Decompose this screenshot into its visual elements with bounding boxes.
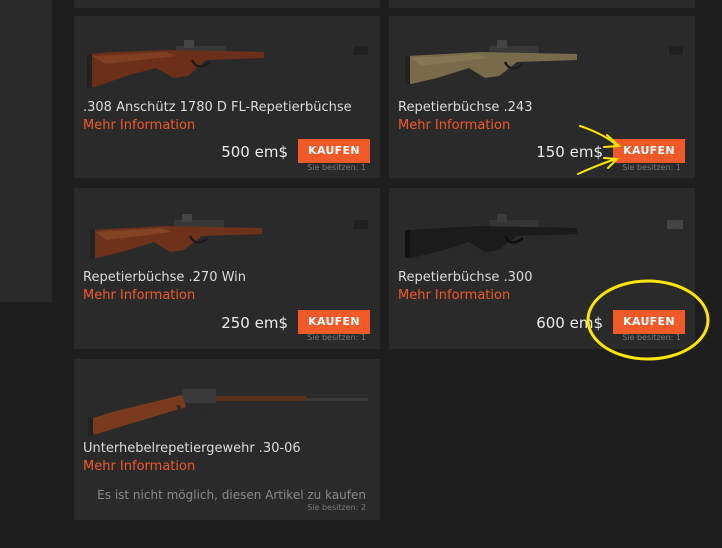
product-name: Repetierbüchse .270 Win bbox=[83, 270, 247, 285]
bolt-action-rifle-walnut-image bbox=[87, 40, 368, 88]
buy-button[interactable]: KAUFEN bbox=[613, 139, 685, 163]
product-card: Repetierbüchse .243 Mehr Information 150… bbox=[389, 16, 695, 178]
lever-action-rifle-image bbox=[88, 389, 368, 436]
bolt-action-rifle-synthetic-image bbox=[405, 214, 683, 258]
previous-row-edge bbox=[74, 0, 695, 8]
product-price: 600 em$ bbox=[536, 314, 603, 332]
more-info-link[interactable]: Mehr Information bbox=[83, 118, 195, 133]
owned-count: Sie besitzen: 2 bbox=[307, 503, 366, 512]
more-info-link[interactable]: Mehr Information bbox=[83, 288, 195, 303]
more-info-link[interactable]: Mehr Information bbox=[398, 288, 510, 303]
not-available-message: Es ist nicht möglich, diesen Artikel zu … bbox=[97, 488, 366, 502]
owned-count: Sie besitzen: 1 bbox=[622, 163, 681, 172]
product-price: 250 em$ bbox=[221, 314, 288, 332]
product-name: Repetierbüchse .300 bbox=[398, 270, 533, 285]
bolt-action-rifle-walnut-image bbox=[90, 214, 368, 258]
product-name: Repetierbüchse .243 bbox=[398, 100, 533, 115]
buy-button[interactable]: KAUFEN bbox=[613, 310, 685, 334]
owned-count: Sie besitzen: 1 bbox=[622, 333, 681, 342]
product-card: Repetierbüchse .270 Win Mehr Information… bbox=[74, 188, 380, 349]
product-name: Unterhebelrepetiergewehr .30-06 bbox=[83, 441, 301, 456]
left-panel bbox=[0, 0, 52, 302]
owned-count: Sie besitzen: 1 bbox=[307, 333, 366, 342]
product-price: 500 em$ bbox=[221, 143, 288, 161]
bolt-action-rifle-light-stock-image bbox=[405, 40, 683, 84]
product-price: 150 em$ bbox=[536, 143, 603, 161]
product-card: Repetierbüchse .300 Mehr Information 600… bbox=[389, 188, 695, 349]
owned-count: Sie besitzen: 1 bbox=[307, 163, 366, 172]
product-card: .308 Anschütz 1780 D FL-Repetierbüchse M… bbox=[74, 16, 380, 178]
more-info-link[interactable]: Mehr Information bbox=[398, 118, 510, 133]
product-name: .308 Anschütz 1780 D FL-Repetierbüchse bbox=[83, 100, 352, 115]
product-card: Unterhebelrepetiergewehr .30-06 Mehr Inf… bbox=[74, 359, 380, 520]
buy-button[interactable]: KAUFEN bbox=[298, 139, 370, 163]
buy-button[interactable]: KAUFEN bbox=[298, 310, 370, 334]
more-info-link[interactable]: Mehr Information bbox=[83, 459, 195, 474]
